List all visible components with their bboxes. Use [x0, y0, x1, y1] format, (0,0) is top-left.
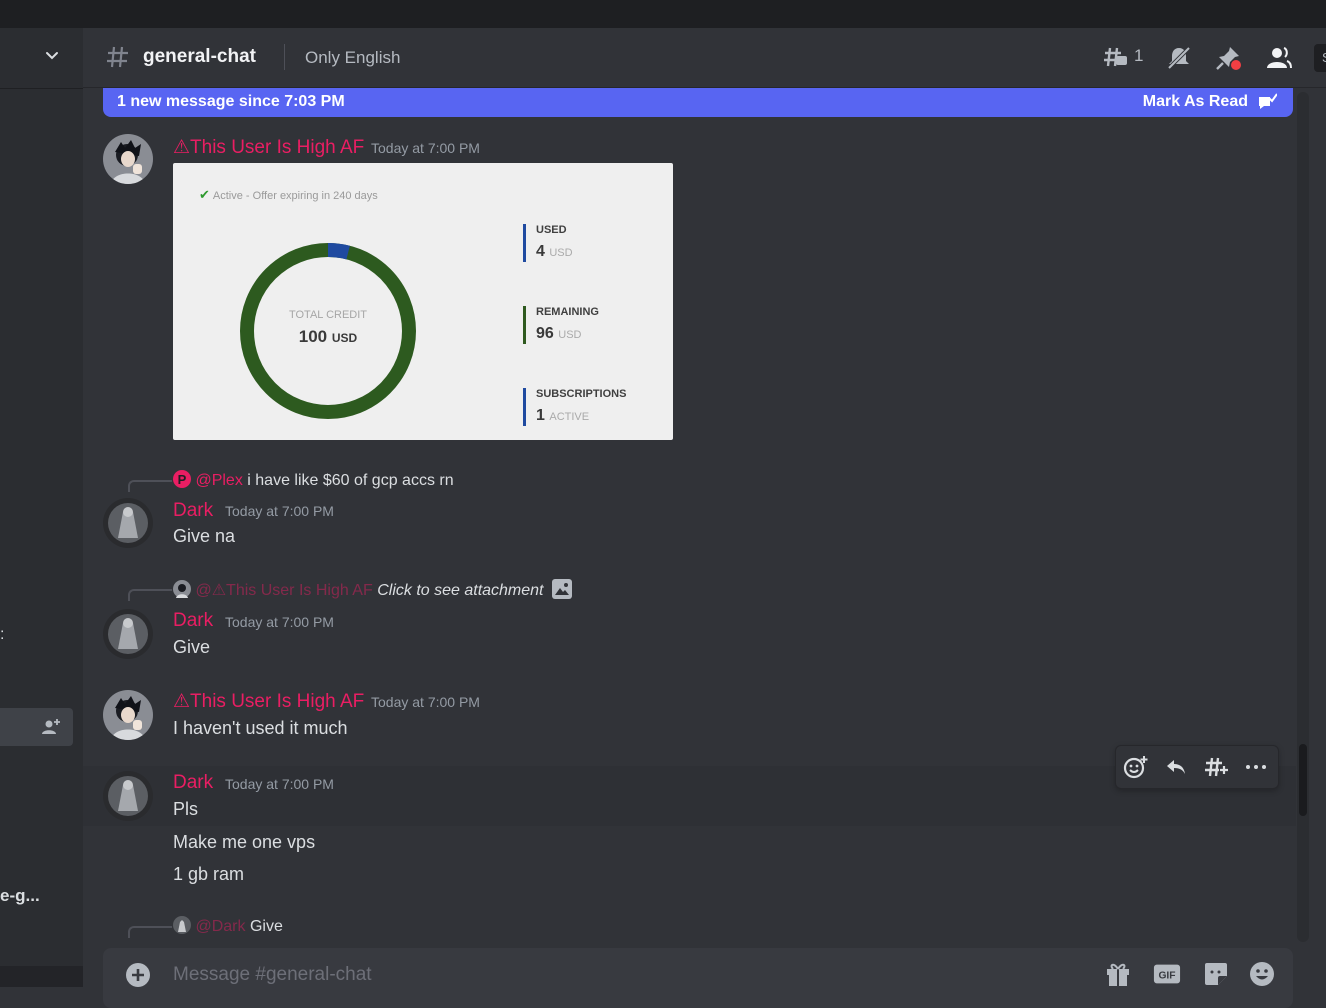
scrollbar-thumb[interactable]: [1299, 744, 1307, 816]
reply-mention[interactable]: @Dark: [195, 918, 245, 935]
new-messages-bar[interactable]: 1 new message since 7:03 PM Mark As Read: [103, 88, 1293, 117]
stat-bar: [523, 306, 526, 344]
reply-preview[interactable]: @Dark Give: [173, 916, 283, 936]
message-author[interactable]: ⚠This User Is High AF: [173, 136, 364, 159]
stat-bar: [523, 388, 526, 426]
reply-mention[interactable]: @⚠This User Is High AF: [195, 582, 372, 599]
avatar[interactable]: [103, 498, 153, 548]
avatar[interactable]: [103, 609, 153, 659]
message-author[interactable]: ⚠This User Is High AF: [173, 690, 364, 713]
avatar[interactable]: [103, 134, 153, 184]
message-composer[interactable]: Message #general-chat GIF: [103, 948, 1293, 1008]
person-add-icon[interactable]: [40, 716, 62, 738]
hashtag-icon: [107, 46, 128, 68]
channel-name: general-chat: [143, 46, 256, 67]
message-text: 1 gb ram: [173, 864, 245, 884]
reply-connector: [128, 480, 172, 492]
sticker-icon[interactable]: [1202, 960, 1230, 988]
message-text: Give: [173, 637, 211, 657]
sidebar-channel-fragment[interactable]: :: [0, 626, 4, 644]
reply-text: i have like $60 of gcp accs rn: [247, 472, 454, 489]
used-label: USED: [536, 224, 567, 236]
add-attachment-icon[interactable]: [125, 962, 151, 988]
reply-connector: [128, 589, 172, 601]
message-input[interactable]: Message #general-chat: [173, 964, 372, 986]
channel-topic[interactable]: Only English: [305, 48, 400, 68]
message-text: Make me one vps: [173, 832, 316, 852]
used-value: 4 USD: [536, 243, 573, 260]
chevron-down-icon[interactable]: [44, 48, 60, 64]
reply-preview[interactable]: @⚠This User Is High AF Click to see atta…: [173, 579, 572, 600]
remaining-value: 96 USD: [536, 325, 582, 342]
user-avatar-icon: [173, 580, 191, 598]
message-actions-toolbar: [1115, 745, 1279, 789]
message-author[interactable]: Dark: [173, 500, 213, 522]
subscriptions-value: 1 ACTIVE: [536, 407, 590, 424]
avatar-image: [103, 771, 153, 821]
reply-preview[interactable]: P @Plex i have like $60 of gcp accs rn: [173, 470, 454, 490]
credit-status: ✔ Active - Offer expiring in 240 days: [199, 187, 378, 202]
server-header[interactable]: [0, 28, 83, 89]
gift-icon[interactable]: [1104, 960, 1132, 988]
thread-count: 1: [1134, 46, 1144, 65]
reply-icon[interactable]: [1163, 754, 1189, 780]
reply-text: Give: [249, 918, 283, 935]
channel-sidebar: : e-g...: [0, 28, 83, 987]
total-credit-label: TOTAL CREDIT: [288, 309, 368, 321]
window-top-strip: [0, 0, 1326, 28]
pin-icon[interactable]: [1214, 44, 1242, 72]
create-thread-icon[interactable]: [1203, 754, 1229, 780]
message-text: I haven't used it much: [173, 718, 348, 738]
avatar-image: [103, 134, 153, 184]
stat-bar: [523, 224, 526, 262]
avatar-image: [103, 498, 153, 548]
svg-text:P: P: [178, 472, 187, 487]
member-list-icon[interactable]: [1264, 44, 1292, 72]
avatar-image: [103, 690, 153, 740]
header-divider: [284, 44, 285, 70]
threads-icon[interactable]: [1102, 44, 1130, 72]
user-avatar-icon: [173, 916, 191, 934]
channel-header: general-chat Only English 1 S: [83, 28, 1326, 88]
message-author[interactable]: Dark: [173, 772, 213, 794]
total-credit-value: 100 USD: [298, 327, 358, 346]
avatar[interactable]: [103, 771, 153, 821]
message-timestamp: Today at 7:00 PM: [225, 503, 334, 519]
add-reaction-icon[interactable]: [1123, 754, 1149, 780]
more-options-icon[interactable]: [1243, 754, 1269, 780]
new-messages-text[interactable]: 1 new message since 7:03 PM: [117, 93, 345, 111]
image-attachment[interactable]: ✔ Active - Offer expiring in 240 days TOT…: [173, 163, 673, 440]
message-author[interactable]: Dark: [173, 610, 213, 632]
notifications-muted-icon[interactable]: [1165, 44, 1193, 72]
svg-text:GIF: GIF: [1158, 971, 1175, 982]
message-timestamp: Today at 7:00 PM: [225, 614, 334, 630]
mark-as-read-button[interactable]: Mark As Read: [1143, 93, 1248, 111]
emoji-icon[interactable]: [1248, 960, 1276, 988]
message-text: Give na: [173, 526, 236, 546]
message-timestamp: Today at 7:00 PM: [225, 776, 334, 792]
message-text: Pls: [173, 799, 199, 819]
sidebar-selected-channel[interactable]: [0, 708, 73, 746]
mark-read-icon[interactable]: [1257, 92, 1277, 112]
reply-text[interactable]: Click to see attachment: [377, 582, 543, 599]
message-timestamp: Today at 7:00 PM: [371, 140, 480, 156]
message-timestamp: Today at 7:00 PM: [371, 694, 480, 710]
remaining-label: REMAINING: [536, 306, 599, 318]
check-icon: ✔: [199, 187, 210, 202]
image-icon: [551, 579, 572, 599]
plex-avatar-icon: P: [173, 470, 191, 488]
search-input[interactable]: S: [1314, 44, 1326, 72]
user-panel: [0, 966, 83, 987]
avatar-image: [103, 609, 153, 659]
avatar[interactable]: [103, 690, 153, 740]
reply-mention[interactable]: @Plex: [195, 472, 242, 489]
sidebar-channel-fragment[interactable]: e-g...: [0, 886, 40, 906]
gif-icon[interactable]: GIF: [1153, 960, 1181, 988]
reply-connector: [128, 926, 172, 938]
subscriptions-label: SUBSCRIPTIONS: [536, 388, 627, 400]
